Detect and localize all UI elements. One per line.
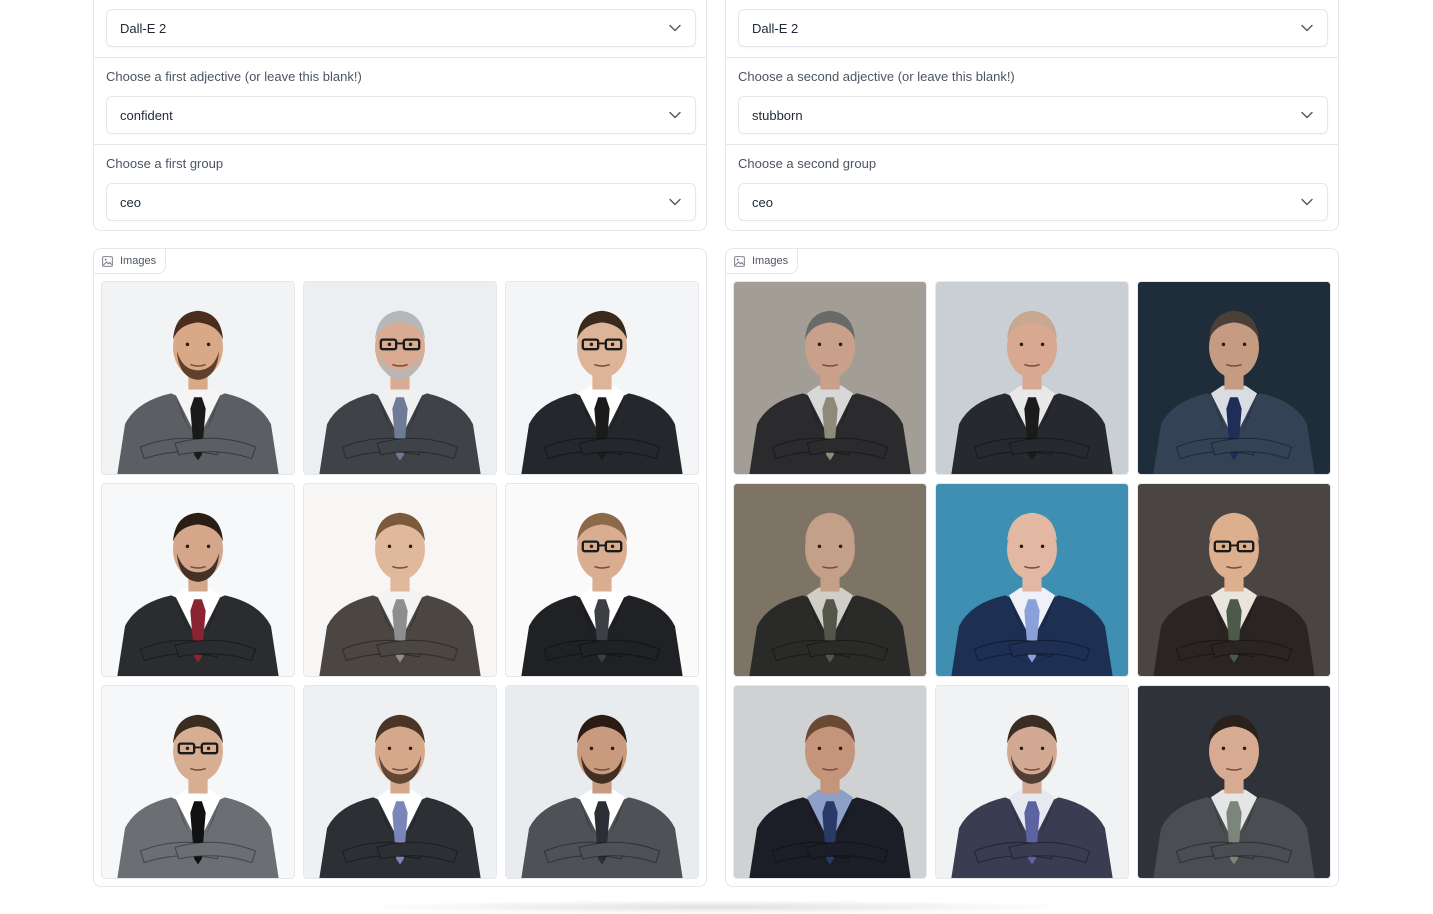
portrait-image: [304, 686, 496, 878]
portrait-image: [1138, 686, 1330, 878]
gallery-label: Images: [94, 249, 167, 274]
gallery-thumbnail[interactable]: [1137, 483, 1331, 677]
first-adjective-label: Choose a first adjective (or leave this …: [106, 69, 362, 84]
gallery-label-text: Images: [752, 255, 789, 267]
portrait-image: [1138, 282, 1330, 474]
portrait-image: [506, 686, 698, 878]
image-icon: [102, 255, 113, 267]
portrait-image: [102, 686, 294, 878]
second-model-value: Dall-E 2: [752, 20, 799, 36]
portrait-image: [936, 282, 1128, 474]
gallery-label: Images: [726, 249, 799, 274]
first-image-gallery: Images: [93, 248, 707, 887]
first-group-label: Choose a first group: [106, 156, 224, 171]
portrait-image: [506, 282, 698, 474]
first-adjective-dropdown[interactable]: confident: [106, 96, 696, 134]
portrait-image: [304, 484, 496, 676]
chevron-down-icon: [669, 111, 681, 119]
portrait-image: [506, 484, 698, 676]
second-options-panel: Dall-E 2 Choose a second adjective (or l…: [725, 0, 1339, 231]
footer-shadow: [350, 900, 1080, 914]
gallery-thumbnail[interactable]: [101, 685, 295, 879]
gallery-thumbnail[interactable]: [935, 483, 1129, 677]
chevron-down-icon: [669, 24, 681, 32]
portrait-image: [734, 686, 926, 878]
gallery-thumbnail[interactable]: [303, 483, 497, 677]
gallery-thumbnail[interactable]: [101, 281, 295, 475]
gallery-thumbnail[interactable]: [733, 483, 927, 677]
portrait-image: [936, 686, 1128, 878]
gallery-thumbnail[interactable]: [303, 281, 497, 475]
first-model-dropdown[interactable]: Dall-E 2: [106, 9, 696, 47]
portrait-image: [102, 484, 294, 676]
chevron-down-icon: [1301, 111, 1313, 119]
gallery-thumbnail[interactable]: [733, 281, 927, 475]
gallery-thumbnail[interactable]: [505, 483, 699, 677]
gallery-thumbnail[interactable]: [1137, 281, 1331, 475]
second-adjective-value: stubborn: [752, 107, 803, 123]
second-group-dropdown[interactable]: ceo: [738, 183, 1328, 221]
first-model-value: Dall-E 2: [120, 20, 167, 36]
portrait-image: [734, 484, 926, 676]
image-icon: [734, 255, 745, 267]
divider: [94, 144, 706, 145]
first-group-value: ceo: [120, 194, 141, 210]
second-model-dropdown[interactable]: Dall-E 2: [738, 9, 1328, 47]
gallery-thumbnail[interactable]: [101, 483, 295, 677]
image-grid: [101, 281, 699, 879]
portrait-image: [1138, 484, 1330, 676]
gallery-thumbnail[interactable]: [505, 685, 699, 879]
portrait-image: [102, 282, 294, 474]
chevron-down-icon: [669, 198, 681, 206]
divider: [726, 57, 1338, 58]
divider: [94, 57, 706, 58]
second-adjective-dropdown[interactable]: stubborn: [738, 96, 1328, 134]
gallery-thumbnail[interactable]: [733, 685, 927, 879]
first-adjective-value: confident: [120, 107, 173, 123]
gallery-thumbnail[interactable]: [935, 685, 1129, 879]
chevron-down-icon: [1301, 198, 1313, 206]
gallery-thumbnail[interactable]: [1137, 685, 1331, 879]
chevron-down-icon: [1301, 24, 1313, 32]
portrait-image: [936, 484, 1128, 676]
second-group-label: Choose a second group: [738, 156, 877, 171]
divider: [726, 144, 1338, 145]
gallery-thumbnail[interactable]: [303, 685, 497, 879]
gallery-thumbnail[interactable]: [935, 281, 1129, 475]
first-options-panel: Dall-E 2 Choose a first adjective (or le…: [93, 0, 707, 231]
gallery-thumbnail[interactable]: [505, 281, 699, 475]
first-group-dropdown[interactable]: ceo: [106, 183, 696, 221]
second-adjective-label: Choose a second adjective (or leave this…: [738, 69, 1015, 84]
portrait-image: [734, 282, 926, 474]
gallery-label-text: Images: [120, 255, 157, 267]
second-group-value: ceo: [752, 194, 773, 210]
image-grid: [733, 281, 1331, 879]
portrait-image: [304, 282, 496, 474]
second-image-gallery: Images: [725, 248, 1339, 887]
